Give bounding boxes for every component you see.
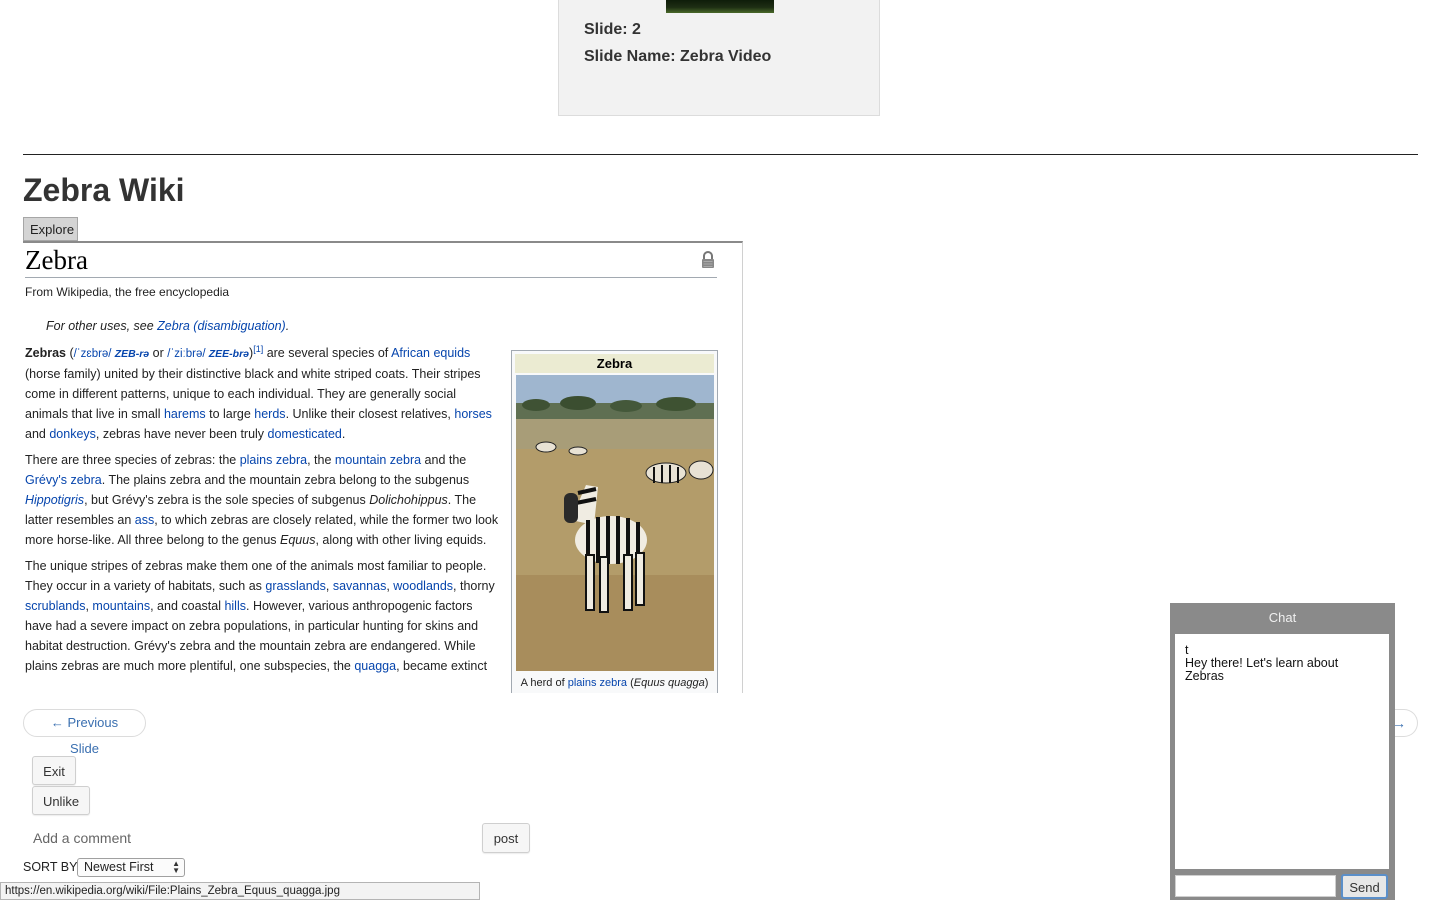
post-comment-button[interactable]: post — [482, 823, 530, 853]
wiki-tagline: From Wikipedia, the free encyclopedia — [25, 285, 230, 299]
wiki-embed-frame[interactable]: Zebra From Wikipedia, the free encyclope… — [23, 241, 743, 693]
wiki-article-title: Zebra — [25, 245, 717, 278]
slide-number: Slide: 2 — [584, 21, 641, 38]
zebra-photo[interactable] — [516, 375, 714, 671]
wiki-infobox: Zebra A herd of plains zebra (Equus quag… — [511, 350, 718, 693]
sort-select[interactable]: Newest First ▲ ▼ — [77, 858, 185, 877]
link-horses[interactable]: horses — [454, 407, 492, 421]
wiki-paragraph-1: Zebras (/ˈzɛbrə/ ZEB-rə or /ˈziːbrə/ ZEE… — [25, 343, 492, 441]
wiki-paragraph-3: The unique stripes of zebras make them o… — [25, 559, 495, 673]
link-grevys-zebra[interactable]: Grévy's zebra — [25, 473, 102, 487]
slide-name: Slide Name: Zebra Video — [584, 48, 772, 65]
ipa-pronunciation-1[interactable]: /ˈzɛbrə/ ZEB-rə — [74, 348, 150, 360]
explore-button[interactable]: Explore — [23, 217, 78, 241]
chat-log: t Hey there! Let's learn about Zebras — [1175, 634, 1389, 869]
chat-message-input[interactable] — [1175, 875, 1336, 897]
link-hippotigris[interactable]: Hippotigris — [25, 493, 84, 507]
chat-widget: Chat t Hey there! Let's learn about Zebr… — [1170, 603, 1395, 900]
link-donkeys[interactable]: donkeys — [49, 427, 96, 441]
link-african-equids[interactable]: African equids — [391, 346, 470, 360]
link-plains-zebra[interactable]: plains zebra — [240, 453, 307, 467]
link-woodlands[interactable]: woodlands — [393, 579, 453, 593]
slide-info-card: Slide: 2 Slide Name: Zebra Video — [558, 0, 880, 116]
sort-selected-value: Newest First — [84, 860, 154, 874]
chat-title: Chat — [1268, 610, 1297, 625]
link-harems[interactable]: harems — [164, 407, 206, 421]
wiki-paragraph-2: There are three species of zebras: the p… — [25, 453, 499, 547]
caption-link-plains-zebra[interactable]: plains zebra — [568, 677, 627, 689]
chat-message: Hey there! Let's learn about Zebras — [1185, 656, 1339, 683]
wiki-hatnote: For other uses, see Zebra (disambiguatio… — [46, 319, 290, 333]
disambiguation-link[interactable]: Zebra (disambiguation) — [157, 319, 286, 333]
link-domesticated[interactable]: domesticated — [268, 427, 342, 441]
infobox-title: Zebra — [515, 354, 714, 373]
chat-send-button[interactable]: Send — [1341, 874, 1388, 899]
select-arrows-icon: ▲ ▼ — [172, 859, 180, 875]
link-savannas[interactable]: savannas — [333, 579, 387, 593]
wiki-article-body: Zebras (/ˈzɛbrə/ ZEB-rə or /ˈziːbrə/ ZEE… — [25, 343, 500, 682]
link-mountain-zebra[interactable]: mountain zebra — [335, 453, 421, 467]
link-ass[interactable]: ass — [135, 513, 154, 527]
status-bar-url: https://en.wikipedia.org/wiki/File:Plain… — [0, 882, 480, 900]
exit-button[interactable]: Exit — [32, 756, 76, 785]
page-title: Zebra Wiki — [23, 172, 185, 208]
link-mountains[interactable]: mountains — [92, 599, 150, 613]
link-scrublands[interactable]: scrublands — [25, 599, 85, 613]
infobox-caption: A herd of plains zebra (Equus quagga) — [520, 677, 709, 689]
link-herds[interactable]: herds — [254, 407, 285, 421]
reference-link[interactable]: [1] — [253, 344, 263, 354]
section-divider — [23, 154, 1418, 155]
link-hills[interactable]: hills — [224, 599, 246, 613]
ipa-pronunciation-2[interactable]: /ˈziːbrə/ ZEE-brə — [167, 348, 249, 360]
lock-icon — [702, 251, 714, 268]
comment-input[interactable] — [33, 827, 473, 849]
link-quagga[interactable]: quagga — [354, 659, 396, 673]
slide-video-thumbnail[interactable] — [666, 0, 774, 13]
sort-by-label: SORT BY — [23, 860, 78, 874]
previous-slide-button[interactable]: ← Previous Slide — [23, 709, 146, 756]
link-grasslands[interactable]: grasslands — [265, 579, 325, 593]
unlike-button[interactable]: Unlike — [32, 786, 90, 815]
